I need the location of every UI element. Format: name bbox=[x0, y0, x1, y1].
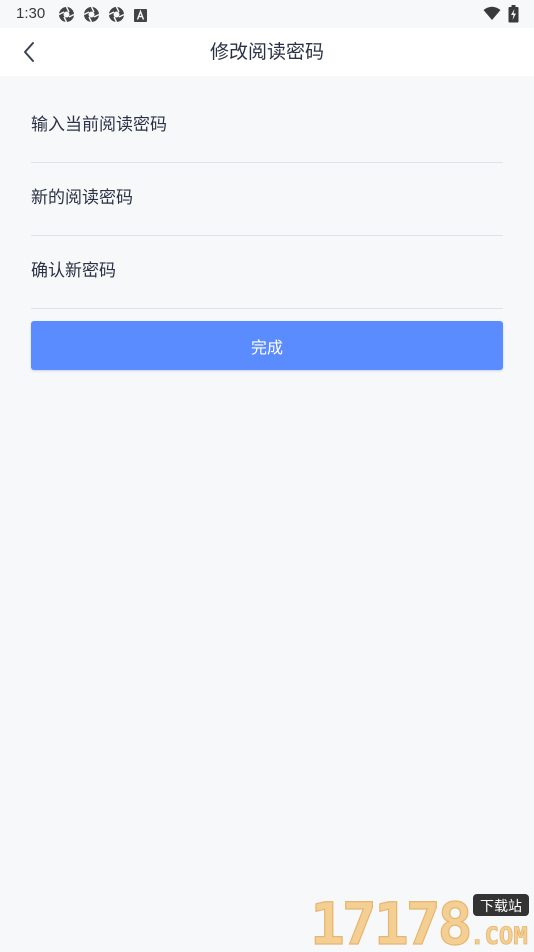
battery-charging-icon bbox=[508, 5, 519, 27]
svg-text:下载站: 下载站 bbox=[480, 899, 522, 915]
keyboard-a-icon bbox=[134, 7, 147, 26]
confirm-password-field-row bbox=[31, 236, 503, 309]
header: 修改阅读密码 bbox=[0, 28, 534, 76]
watermark-logo: 17178 下载站 .COM bbox=[309, 888, 532, 952]
wifi-icon bbox=[483, 6, 501, 25]
new-password-field-row bbox=[31, 163, 503, 236]
password-form bbox=[31, 90, 503, 309]
aperture-icon bbox=[108, 6, 125, 27]
submit-button[interactable]: 完成 bbox=[31, 321, 503, 370]
current-password-field-row bbox=[31, 90, 503, 163]
confirm-password-input[interactable] bbox=[31, 256, 503, 286]
aperture-icon bbox=[83, 6, 100, 27]
status-time: 1:30 bbox=[16, 5, 46, 22]
status-bar: 1:30 bbox=[0, 0, 534, 28]
svg-text:.COM: .COM bbox=[470, 922, 528, 948]
new-password-input[interactable] bbox=[31, 183, 503, 213]
svg-text:17178: 17178 bbox=[310, 890, 470, 948]
page-title: 修改阅读密码 bbox=[209, 41, 324, 63]
current-password-input[interactable] bbox=[31, 110, 503, 140]
aperture-icon bbox=[58, 6, 75, 27]
